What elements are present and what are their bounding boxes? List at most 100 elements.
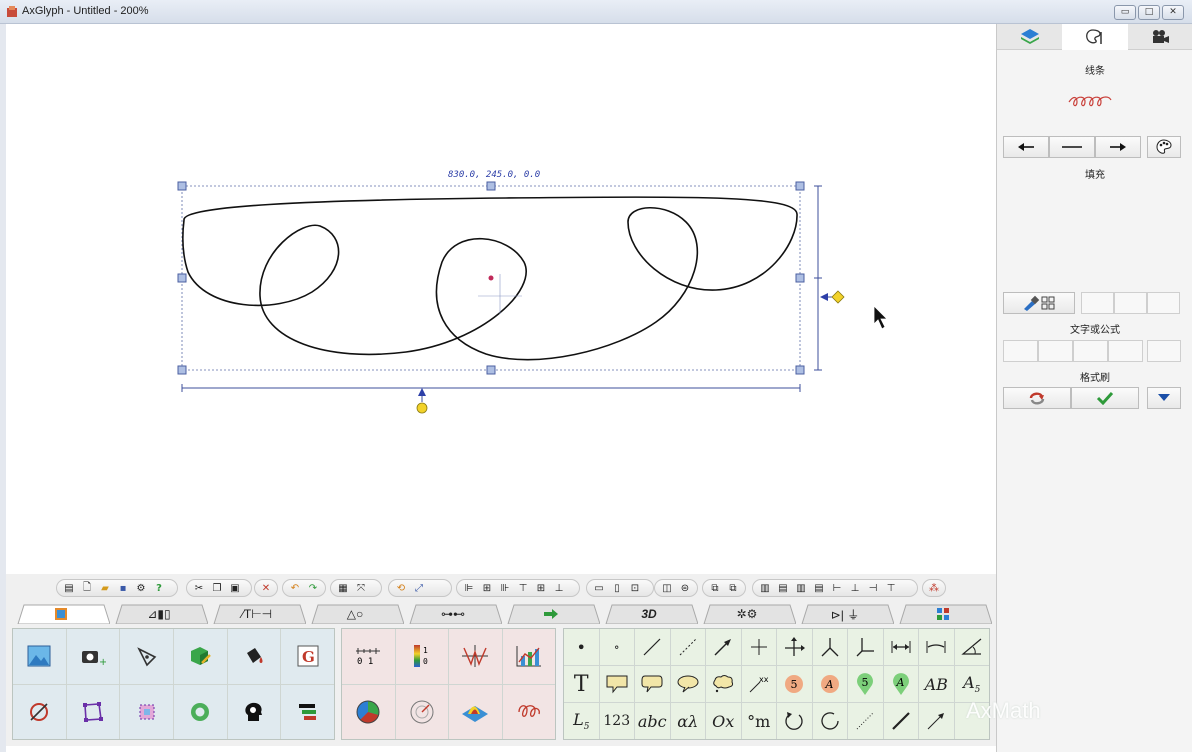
axes-corner-button[interactable] [848,629,883,665]
donut-button[interactable] [174,684,227,739]
align-middle-icon[interactable]: ⊞ [533,581,549,595]
distribute-3-icon[interactable]: ▥ [793,581,809,595]
delete-icon[interactable]: ✕ [259,581,273,595]
format-apply-button[interactable] [1071,387,1139,409]
align-bottom-icon[interactable]: ⊥ [551,581,567,595]
cut-icon[interactable]: ✂ [191,581,207,595]
tab-layers[interactable] [997,24,1063,50]
head-gear-button[interactable] [227,684,281,739]
subscript-a5-button[interactable]: A5 [954,666,989,702]
image-edit-button[interactable] [174,629,227,684]
layer-list-button[interactable] [281,684,334,739]
line-plain-button[interactable] [1049,136,1095,158]
bring-front-icon[interactable]: ⧉ [707,581,723,595]
thin-arrow-button[interactable] [919,703,954,739]
dimension-h-button[interactable] [883,629,918,665]
paste-icon[interactable]: ▣ [227,581,243,595]
tab-connectors[interactable]: ⊶⊷ [404,604,502,624]
line-segment-button[interactable] [635,629,670,665]
fill-option-3[interactable] [1147,292,1180,314]
align-top-icon[interactable]: ⊤ [515,581,531,595]
menu-icon[interactable]: ▤ [61,581,77,595]
save-icon[interactable]: ▪ [115,581,131,595]
text-option-4[interactable] [1108,340,1143,362]
format-dropdown-button[interactable] [1147,387,1181,409]
text-option-1[interactable] [1003,340,1038,362]
line-style-preview-icon[interactable] [1067,94,1117,110]
italic-abc-button[interactable]: abc [635,703,670,739]
send-back-icon[interactable]: ⧉ [725,581,741,595]
fill-option-2[interactable] [1114,292,1147,314]
fill-option-1[interactable] [1081,292,1114,314]
dot-solid-button[interactable]: • [564,629,599,665]
tab-camera[interactable] [1127,24,1192,50]
pin-number-button[interactable]: 5 [848,666,883,702]
dashed-line-button[interactable] [670,629,705,665]
text-tool-button[interactable]: T [564,666,599,702]
callout-rect-button[interactable] [599,666,634,702]
distribute-7-icon[interactable]: ⊣ [865,581,881,595]
pie-chart-button[interactable] [342,684,395,739]
same-size-icon[interactable]: ⊡ [627,581,643,595]
parametric-curve-button[interactable] [502,684,555,739]
format-reset-button[interactable] [1003,387,1071,409]
tab-shapes[interactable]: △○ [306,604,404,624]
badge-letter-button[interactable]: A [812,666,847,702]
polygon-select-button[interactable] [66,684,120,739]
angle-button[interactable] [954,629,989,665]
text-option-2[interactable] [1038,340,1073,362]
tab-3d[interactable]: 3D [600,604,698,624]
minimize-button[interactable]: ▭ [1114,5,1136,20]
maximize-button[interactable]: □ [1138,5,1160,20]
arc-arrow-button[interactable] [777,703,812,739]
color-bar-button[interactable]: 10 [395,629,448,684]
close-button[interactable]: ✕ [1162,5,1184,20]
same-height-icon[interactable]: ▯ [609,581,625,595]
ox-label-button[interactable]: Ox [706,703,741,739]
distribute-6-icon[interactable]: ⊥ [847,581,863,595]
text-ab-button[interactable]: AB [919,666,954,702]
new-file-icon[interactable]: 🗋 [79,581,95,595]
fill-pattern-button[interactable] [1003,292,1075,314]
flip-icon[interactable]: ⤢ [411,581,427,595]
redo-icon[interactable]: ↷ [305,581,321,595]
greek-button[interactable]: αλ [670,703,705,739]
callout-oval-button[interactable] [670,666,705,702]
align-left-icon[interactable]: ⊫ [461,581,477,595]
pen-tool-button[interactable] [120,629,173,684]
tab-arrows[interactable] [502,604,600,624]
arrow-left-button[interactable] [1003,136,1049,158]
fill-bucket-button[interactable] [227,629,281,684]
settings-icon[interactable]: ⚙ [133,581,149,595]
open-folder-icon[interactable]: ▰ [97,581,113,595]
tab-images[interactable] [12,604,110,624]
tab-charts[interactable]: ⊿▮▯ [110,604,208,624]
align-right-icon[interactable]: ⊪ [497,581,513,595]
insert-image-button[interactable] [13,629,66,684]
badge-number-button[interactable]: 5 [777,666,812,702]
distribute-5-icon[interactable]: ⊢ [829,581,845,595]
same-width-icon[interactable]: ▭ [591,581,607,595]
unit-label-button[interactable]: °m [741,703,776,739]
distribute-1-icon[interactable]: ▥ [757,581,773,595]
polar-plot-button[interactable] [395,684,448,739]
subscript-l5-button[interactable]: L5 [564,703,599,739]
grid-icon[interactable]: ▦ [335,581,351,595]
screenshot-button[interactable]: + [66,629,120,684]
number-axis-button[interactable]: 0 1 [342,629,395,684]
text-option-3[interactable] [1073,340,1108,362]
tab-physics[interactable]: ✲⚙ [698,604,796,624]
mirror-h-icon[interactable]: ◫ [659,581,675,595]
drawing-canvas[interactable]: 830.0, 245.0, 0.0 [6,24,996,572]
tab-style[interactable] [1062,24,1128,50]
ring-tool-button[interactable] [13,684,66,739]
dotted-line-button[interactable] [848,703,883,739]
tab-lines-text[interactable]: ∕T⊢⊣ [208,604,306,624]
arrow-right-button[interactable] [1095,136,1141,158]
label-line-button[interactable]: xx [741,666,776,702]
tab-circuits[interactable]: ⊳| ⏚ [796,604,894,624]
mirror-v-icon[interactable]: ⊜ [677,581,693,595]
pin-letter-button[interactable]: A [883,666,918,702]
help-icon[interactable]: ? [151,581,167,595]
distribute-2-icon[interactable]: ▤ [775,581,791,595]
